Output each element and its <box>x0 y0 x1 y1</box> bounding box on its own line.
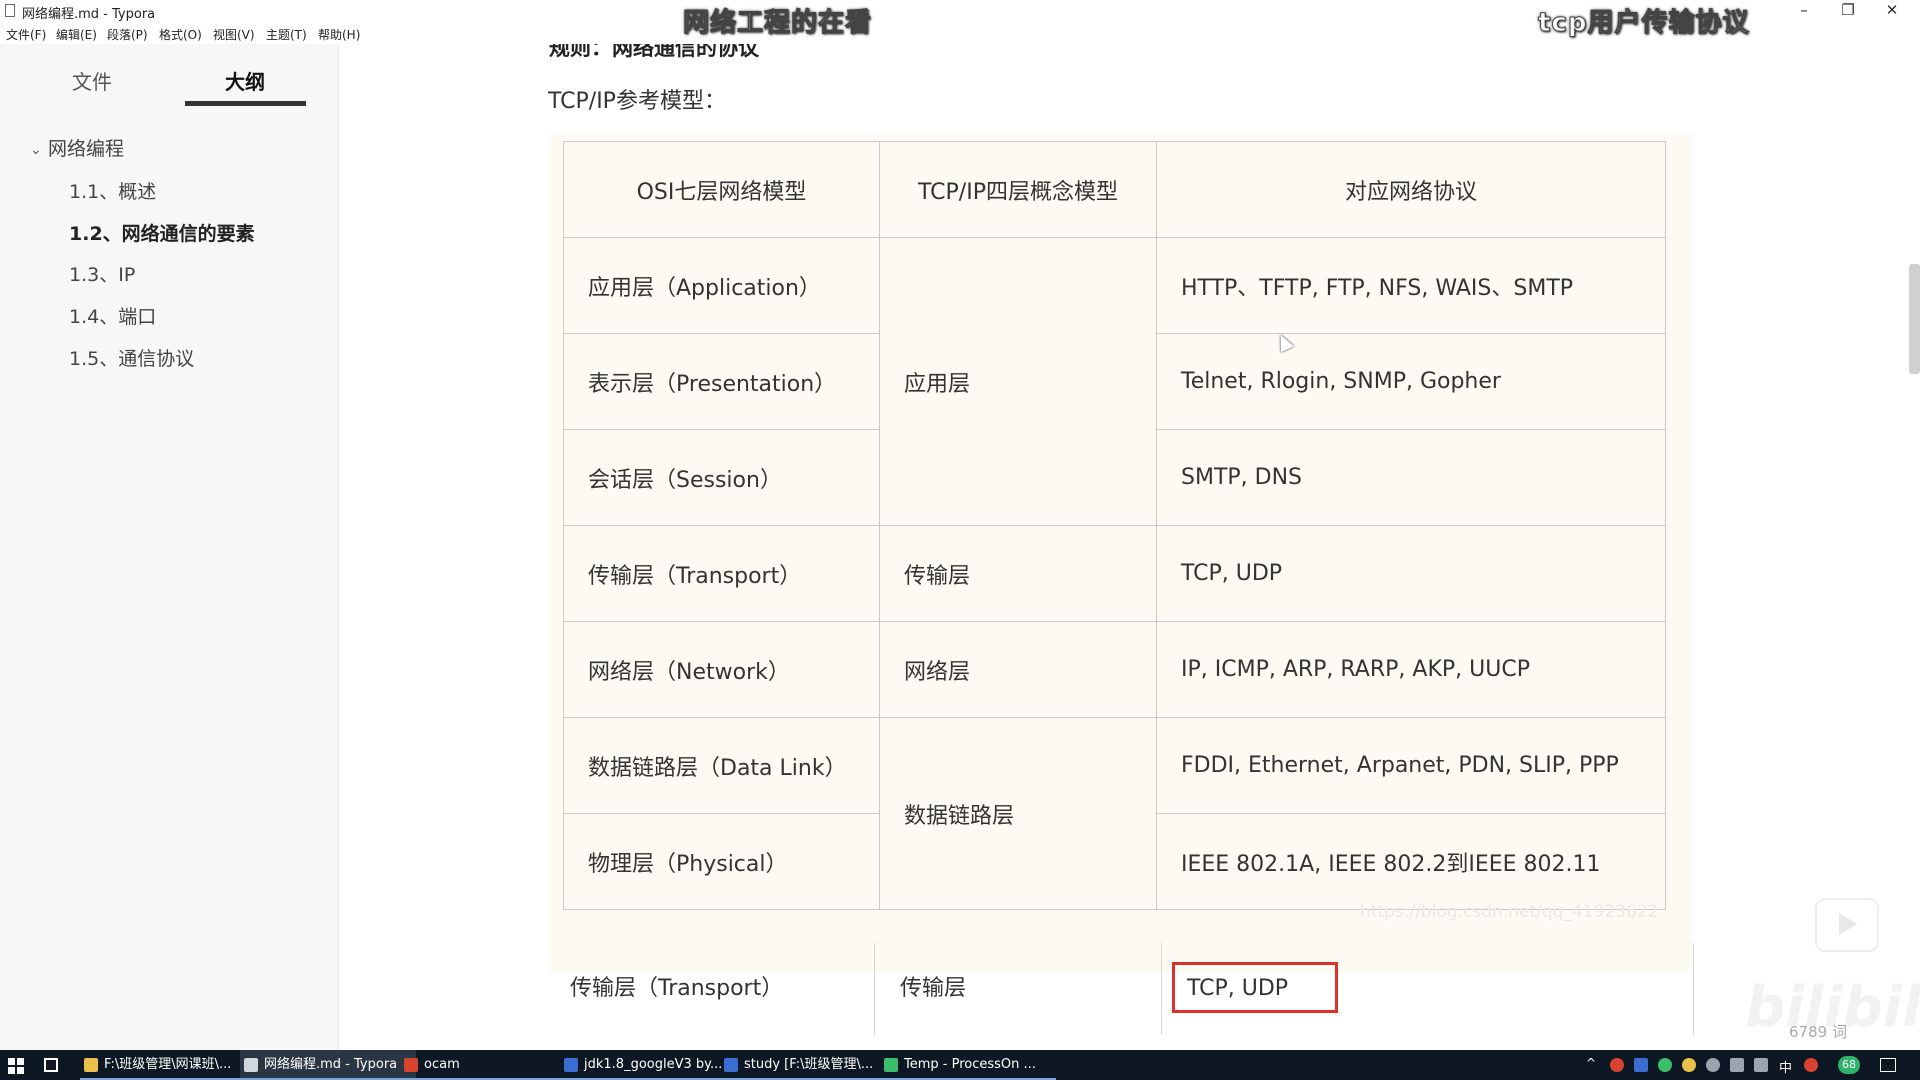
overlay-caption-left: 网络工程的在看 <box>682 8 873 39</box>
divider <box>1161 943 1162 1035</box>
outline-item-protocol[interactable]: 1.5、通信协议 <box>69 344 194 371</box>
outline-item-ip[interactable]: 1.3、IP <box>69 260 135 287</box>
table-header: OSI七层网络模型 <box>563 141 880 238</box>
outline-root[interactable]: 网络编程 <box>48 134 124 161</box>
divider <box>1693 943 1694 1035</box>
volume-icon[interactable] <box>1706 1058 1720 1072</box>
menu-edit[interactable]: 编辑(E) <box>56 26 97 43</box>
taskbar-item-label: 网络编程.md - Typora <box>264 1057 398 1072</box>
menu-theme[interactable]: 主题(T) <box>266 26 307 43</box>
wechat-tray-icon[interactable] <box>1658 1058 1672 1072</box>
app-tray-icon[interactable] <box>1682 1058 1696 1072</box>
tab-outline[interactable]: 大纲 <box>185 66 305 95</box>
table-cell: FDDI, Ethernet, Arpanet, PDN, SLIP, PPP <box>1156 717 1666 814</box>
menu-file[interactable]: 文件(F) <box>6 26 46 43</box>
ocam-icon <box>404 1058 418 1072</box>
taskbar-item-typora[interactable]: 网络编程.md - Typora <box>240 1050 416 1080</box>
network-icon[interactable] <box>1730 1058 1744 1072</box>
menu-view[interactable]: 视图(V) <box>213 26 255 43</box>
taskbar-item-label: study [F:\班级管理\... <box>744 1057 874 1072</box>
tray-expand-icon[interactable]: ^ <box>1586 1056 1596 1070</box>
divider <box>874 943 875 1035</box>
highlight-box <box>1172 962 1338 1013</box>
table-cell: IP, ICMP, ARP, RARP, AKP, UUCP <box>1156 621 1666 718</box>
taskbar-item-explorer[interactable]: F:\班级管理\网课班\... <box>80 1050 256 1080</box>
table-cell: 传输层 <box>879 525 1157 622</box>
play-icon[interactable] <box>1815 898 1879 952</box>
chevron-down-icon[interactable]: ⌄ <box>30 142 42 158</box>
menu-format[interactable]: 格式(O) <box>159 26 202 43</box>
word-count[interactable]: 6789 词 <box>1789 1021 1847 1042</box>
taskbar-item-chrome[interactable]: Temp - ProcessOn ... <box>880 1050 1056 1080</box>
table-cell: 物理层（Physical） <box>563 813 880 910</box>
outline-item-overview[interactable]: 1.1、概述 <box>69 177 156 204</box>
table-cell: 表示层（Presentation） <box>563 333 880 430</box>
table-cell: SMTP, DNS <box>1156 429 1666 526</box>
ime-indicator[interactable]: 中 <box>1779 1057 1792 1076</box>
taskbar-item-label: ocam <box>424 1057 460 1072</box>
keyboard-icon[interactable] <box>1754 1058 1768 1072</box>
table-cell: 应用层 <box>879 237 1157 526</box>
table2-tcpip-cell: 传输层 <box>900 976 967 1001</box>
table-cell: Telnet, Rlogin, SNMP, Gopher <box>1156 333 1666 430</box>
maximize-button[interactable]: ❐ <box>1826 0 1870 22</box>
table-header: 对应网络协议 <box>1156 141 1666 238</box>
java-icon <box>564 1058 578 1072</box>
protocol-table: OSI七层网络模型 TCP/IP四层概念模型 对应网络协议 应用层（Applic… <box>563 141 1666 910</box>
minimize-button[interactable]: – <box>1782 0 1826 22</box>
taskbar-item-label: F:\班级管理\网课班\... <box>104 1057 232 1072</box>
taskbar-item-idea[interactable]: study [F:\班级管理\... <box>720 1050 896 1080</box>
tray-badge[interactable]: 68 <box>1838 1056 1860 1074</box>
windows-start-icon[interactable] <box>8 1058 24 1074</box>
taskbar: F:\班级管理\网课班\... 网络编程.md - Typora ocam jd… <box>0 1050 1920 1080</box>
csdn-watermark: https://blog.csdn.net/qq_41923622 <box>1360 902 1659 922</box>
idea-icon <box>724 1058 738 1072</box>
table-cell: 数据链路层 <box>879 717 1157 910</box>
typora-icon <box>244 1058 258 1072</box>
section-heading: 规则：网络通信的协议 <box>549 44 759 60</box>
table-cell: 应用层（Application） <box>563 237 880 334</box>
task-view-icon[interactable] <box>44 1058 58 1072</box>
scrollbar-thumb[interactable] <box>1909 264 1920 374</box>
app-tray-icon[interactable] <box>1634 1058 1648 1072</box>
model-label: TCP/IP参考模型： <box>548 89 726 114</box>
taskbar-item-label: jdk1.8_googleV3 by... <box>584 1057 723 1072</box>
record-tray-icon[interactable] <box>1610 1058 1624 1072</box>
sidebar: 文件 大纲 ⌄ 网络编程 1.1、概述 1.2、网络通信的要素 1.3、IP 1… <box>0 44 425 1050</box>
menu-help[interactable]: 帮助(H) <box>318 26 360 43</box>
table-cell: 网络层（Network） <box>563 621 880 718</box>
menu-paragraph[interactable]: 段落(P) <box>107 26 148 43</box>
table-cell: TCP, UDP <box>1156 525 1666 622</box>
folder-icon <box>84 1058 98 1072</box>
overlay-caption-right: tcp用户传输协议 <box>1537 8 1750 39</box>
taskbar-item-jdk[interactable]: jdk1.8_googleV3 by... <box>560 1050 736 1080</box>
active-tab-indicator <box>185 101 306 106</box>
table-cell: HTTP、TFTP, FTP, NFS, WAIS、SMTP <box>1156 237 1666 334</box>
table-cell: 会话层（Session） <box>563 429 880 526</box>
table-header: TCP/IP四层概念模型 <box>879 141 1157 238</box>
table-cell: IEEE 802.1A, IEEE 802.2到IEEE 802.11 <box>1156 813 1666 910</box>
zoomed-table-row: 传输层（Transport） 传输层 TCP, UDP <box>550 943 1694 1035</box>
table2-osi-cell: 传输层（Transport） <box>570 976 784 1001</box>
window-title: 网络编程.md - Typora <box>22 7 156 22</box>
typora-app-icon <box>5 4 15 17</box>
close-button[interactable]: ✕ <box>1870 0 1914 22</box>
taskbar-item-label: Temp - ProcessOn ... <box>904 1057 1036 1072</box>
sogou-icon[interactable] <box>1804 1058 1818 1072</box>
table-cell: 传输层（Transport） <box>563 525 880 622</box>
notification-icon[interactable] <box>1880 1058 1896 1072</box>
table-cell: 数据链路层（Data Link） <box>563 717 880 814</box>
outline-item-port[interactable]: 1.4、端口 <box>69 302 156 329</box>
taskbar-item-ocam[interactable]: ocam <box>400 1050 576 1080</box>
table-cell: 网络层 <box>879 621 1157 718</box>
outline-item-elements[interactable]: 1.2、网络通信的要素 <box>69 219 255 246</box>
tab-files[interactable]: 文件 <box>32 66 152 95</box>
chrome-icon <box>884 1058 898 1072</box>
